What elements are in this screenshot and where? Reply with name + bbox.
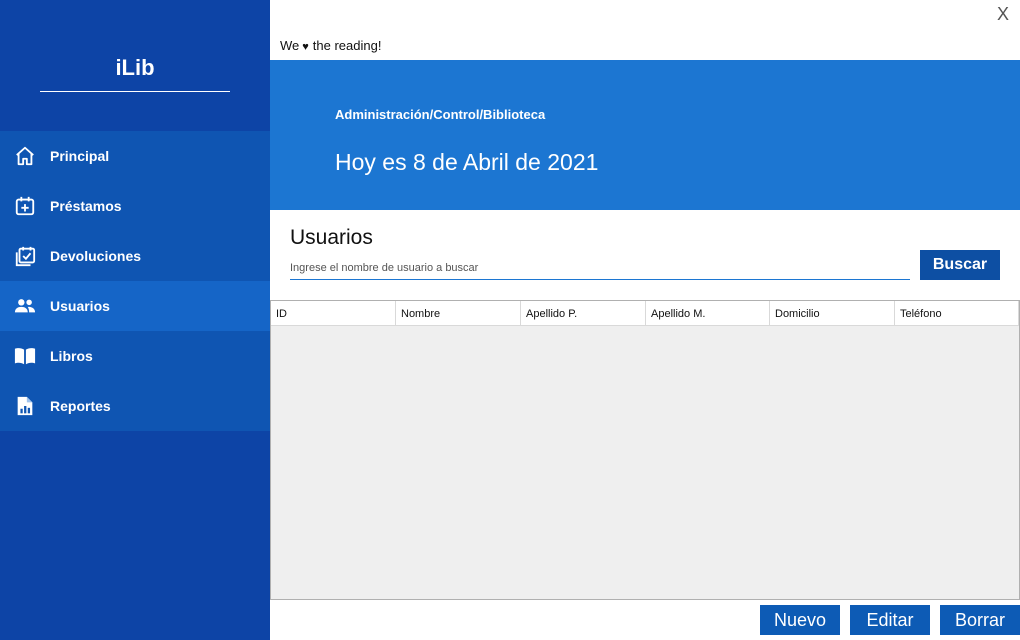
column-header-nombre[interactable]: Nombre <box>396 301 521 326</box>
home-icon <box>14 145 36 167</box>
app-logo: iLib <box>115 55 155 80</box>
sidebar-item-label: Préstamos <box>50 198 122 214</box>
logo-divider <box>40 91 230 92</box>
book-icon <box>14 345 36 367</box>
delete-button[interactable]: Borrar <box>940 605 1020 635</box>
sidebar-item-devoluciones[interactable]: Devoluciones <box>0 231 270 281</box>
sidebar: iLib Principal Préstamos Devoluciones Us… <box>0 0 270 640</box>
sidebar-item-label: Libros <box>50 348 93 364</box>
sidebar-item-reportes[interactable]: Reportes <box>0 381 270 431</box>
users-table[interactable]: ID Nombre Apellido P. Apellido M. Domici… <box>270 300 1020 600</box>
column-header-domicilio[interactable]: Domicilio <box>770 301 895 326</box>
sidebar-item-label: Devoluciones <box>50 248 142 264</box>
column-header-id[interactable]: ID <box>271 301 396 326</box>
tagline-start: We <box>280 38 300 53</box>
sidebar-item-principal[interactable]: Principal <box>0 131 270 181</box>
search-button[interactable]: Buscar <box>920 250 1000 280</box>
report-icon <box>14 395 36 417</box>
users-icon <box>14 295 36 317</box>
current-date: Hoy es 8 de Abril de 2021 <box>335 149 599 175</box>
edit-button[interactable]: Editar <box>850 605 930 635</box>
close-button[interactable]: X <box>993 4 1013 26</box>
column-header-apellido-m[interactable]: Apellido M. <box>646 301 770 326</box>
search-input[interactable] <box>290 256 910 280</box>
sidebar-item-prestamos[interactable]: Préstamos <box>0 181 270 231</box>
sidebar-item-label: Usuarios <box>50 298 110 314</box>
sidebar-item-libros[interactable]: Libros <box>0 331 270 381</box>
page-title: Usuarios <box>290 226 373 249</box>
calendar-plus-icon <box>14 195 36 217</box>
tagline-end: the reading! <box>312 38 382 53</box>
header-banner: Administración/Control/Biblioteca Hoy es… <box>270 60 1020 210</box>
tagline: We ♥ the reading! <box>280 38 381 53</box>
calendar-check-icon <box>14 245 36 267</box>
sidebar-item-usuarios[interactable]: Usuarios <box>0 281 270 331</box>
sidebar-nav: Principal Préstamos Devoluciones Usuario… <box>0 131 270 431</box>
column-header-telefono[interactable]: Teléfono <box>895 301 1019 326</box>
column-header-apellido-p[interactable]: Apellido P. <box>521 301 646 326</box>
heart-icon: ♥ <box>302 41 309 53</box>
sidebar-item-label: Principal <box>50 148 110 164</box>
app-window: iLib Principal Préstamos Devoluciones Us… <box>0 0 1020 640</box>
new-button[interactable]: Nuevo <box>760 605 840 635</box>
table-header: ID Nombre Apellido P. Apellido M. Domici… <box>271 301 1019 326</box>
sidebar-item-label: Reportes <box>50 398 111 414</box>
breadcrumb: Administración/Control/Biblioteca <box>335 107 546 122</box>
